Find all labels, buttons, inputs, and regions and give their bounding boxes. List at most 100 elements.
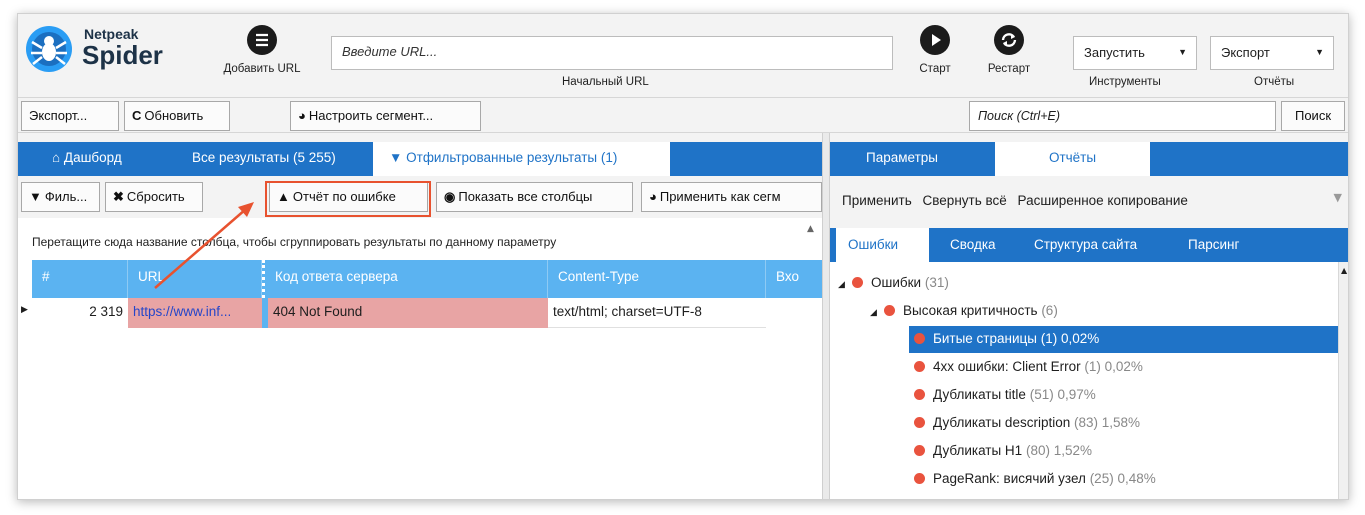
tab-filtered-results[interactable]: ▼ Отфильтрованные результаты (1) [373,142,670,176]
apply-as-segment-button[interactable]: ◕ Применить как сегм [641,182,822,212]
results-grid-area: Перетащите сюда название столбца, чтобы … [18,218,822,499]
tree-node-count: (83) 1,58% [1074,415,1141,430]
export-button-label: Экспорт... [29,108,88,123]
error-report-button[interactable]: ▲ Отчёт по ошибке [269,182,428,212]
tab-all-results-label: Все результаты (5 255) [192,150,336,165]
subtab-site-structure[interactable]: Структура сайта [1022,228,1149,262]
column-header-status-code[interactable]: Код ответа сервера [262,260,548,298]
tree-node-high-severity[interactable]: ◢ Высокая критичность (6) [870,298,1058,325]
restart-button[interactable]: Рестарт [980,25,1038,75]
side-panel-tabs: Параметры Отчёты [830,142,1348,176]
tree-node-count: (51) 0,97% [1029,387,1096,402]
column-header-inlinks[interactable]: Вхо [766,260,822,298]
filter-button-label: Филь... [44,189,88,204]
refresh-icon: C [132,108,142,123]
tree-node-label: Дубликаты title [933,387,1026,402]
refresh-button-label: Обновить [144,108,204,123]
tree-scrollbar[interactable]: ▲ [1338,262,1348,499]
tab-reports[interactable]: Отчёты [995,142,1150,176]
pie-chart-icon: ◕ [649,189,657,204]
advanced-copy-link[interactable]: Расширенное копирование [1018,193,1188,208]
tree-node-duplicate-h1[interactable]: Дубликаты H1 (80) 1,52% [914,438,1092,465]
configure-segment-button[interactable]: ◕ Настроить сегмент... [290,101,481,131]
tab-all-results[interactable]: Все результаты (5 255) [176,142,352,176]
tools-dropdown-value: Запустить [1084,45,1145,60]
funnel-icon: ▼ [29,189,42,204]
tab-filtered-results-label: Отфильтрованные результаты (1) [406,150,618,165]
app-window: Netpeak Spider Добавить URL Введите URL.… [17,13,1349,500]
show-all-columns-button[interactable]: ◉ Показать все столбцы [436,182,633,212]
results-action-bar: ▼ Филь... ✖ Сбросить ▲ Отчёт по ошибке ◉ Пок… [18,176,822,218]
panel-splitter[interactable] [822,133,830,499]
tools-caption: Инструменты [1089,76,1161,88]
chevron-down-icon: ▼ [1178,47,1187,57]
tree-node-duplicate-title[interactable]: Дубликаты title (51) 0,97% [914,382,1096,409]
filter-button[interactable]: ▼ Филь... [21,182,100,212]
play-icon [920,25,950,55]
row-pointer-icon: ▶ [21,305,28,315]
restart-icon [994,25,1024,55]
report-actions: Применить Свернуть всё Расширенное копир… [842,193,1195,208]
tree-node-count: (31) [924,275,949,290]
reset-button-label: Сбросить [126,189,185,204]
scroll-up-icon[interactable]: ▲ [807,224,814,234]
cell-number: 2 319 [89,304,123,319]
tree-node-4xx-errors[interactable]: 4xx ошибки: Client Error (1) 0,02% [914,354,1143,381]
reset-button[interactable]: ✖ Сбросить [105,182,203,212]
subtab-parsing[interactable]: Парсинг [1176,228,1251,262]
tools-dropdown[interactable]: Запустить ▼ [1073,36,1197,70]
tree-node-broken-pages[interactable]: Битые страницы (1) 0,02% [909,326,1338,353]
overflow-menu-icon[interactable]: ▼ [1334,191,1342,204]
tab-parameters[interactable]: Параметры [840,142,964,176]
export-dropdown-value: Экспорт [1221,45,1270,60]
product-name: Spider [82,40,163,70]
grid-header: # URL Код ответа сервера Content-Type Вх… [32,260,822,298]
search-button[interactable]: Поиск [1281,101,1345,131]
search-input[interactable]: Поиск (Ctrl+E) [969,101,1276,131]
pie-chart-icon: ◕ [298,108,306,123]
subtab-summary[interactable]: Сводка [938,228,1008,262]
tree-node-duplicate-description[interactable]: Дубликаты description (83) 1,58% [914,410,1140,437]
error-dot-icon [914,389,925,400]
tree-node-count: (80) 1,52% [1025,443,1093,458]
column-header-number[interactable]: # [32,260,128,298]
tree-node-pagerank-dangling[interactable]: PageRank: висячий узел (25) 0,48% [914,466,1156,493]
expand-arrow-icon[interactable]: ◢ [838,279,852,290]
tree-node-label: Ошибки [871,275,922,290]
tree-node-label: Высокая критичность [903,303,1038,318]
url-caption: Начальный URL [562,76,649,88]
column-header-url[interactable]: URL [128,260,262,298]
refresh-button[interactable]: C Обновить [124,101,230,131]
table-row[interactable]: 2 319 https://www.inf... 404 Not Found t… [32,298,822,328]
add-url-button[interactable]: Добавить URL [214,25,310,75]
apply-as-segment-label: Применить как сегм [659,189,781,204]
error-dot-icon [914,361,925,372]
start-button[interactable]: Старт [911,25,959,75]
export-button[interactable]: Экспорт... [21,101,119,131]
subtab-errors[interactable]: Ошибки [836,228,929,262]
column-header-content-type[interactable]: Content-Type [548,260,766,298]
tree-node-count: (1) 0,02% [1040,331,1100,346]
tree-node-label: 4xx ошибки: Client Error [933,359,1081,374]
group-by-hint: Перетащите сюда название столбца, чтобы … [32,235,557,249]
url-input[interactable]: Введите URL... [331,36,893,70]
secondary-toolbar: Экспорт... C Обновить ◕ Настроить сегмент.… [18,97,1348,133]
start-label: Старт [919,63,951,75]
collapse-all-link[interactable]: Свернуть всё [923,193,1007,208]
report-subtabs: Ошибки Сводка Структура сайта Парсинг [830,228,1348,262]
cell-content-type: text/html; charset=UTF-8 [548,298,766,328]
tree-node-errors[interactable]: ◢ Ошибки (31) [838,270,949,297]
scroll-up-icon[interactable]: ▲ [1341,266,1347,275]
home-icon: ⌂ [52,150,61,165]
errors-tree: ◢ Ошибки (31) ◢ Высокая критичность (6) Би… [830,262,1338,499]
cell-url[interactable]: https://www.inf... [128,298,262,328]
expand-arrow-icon[interactable]: ◢ [870,307,884,318]
chevron-down-icon: ▼ [1315,47,1324,57]
warning-icon: ▲ [277,189,290,204]
error-dot-icon [914,417,925,428]
results-tabs: ⌂ Дашборд Все результаты (5 255) ▼ Отфил… [18,142,822,176]
apply-link[interactable]: Применить [842,193,912,208]
export-dropdown[interactable]: Экспорт ▼ [1210,36,1334,70]
tab-dashboard[interactable]: ⌂ Дашборд [36,142,138,176]
show-all-columns-label: Показать все столбцы [458,189,593,204]
